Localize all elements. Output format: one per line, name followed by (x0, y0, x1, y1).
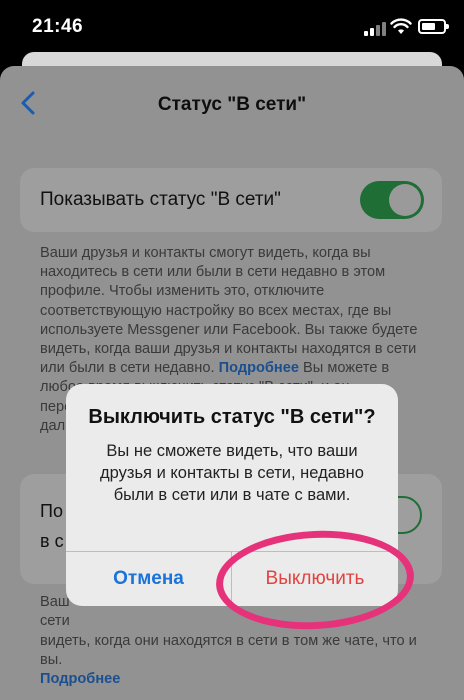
disable-status-alert: Выключить статус "В сети"? Вы не сможете… (66, 384, 398, 606)
status-time: 21:46 (32, 16, 84, 37)
learn-more-link[interactable]: Подробнее (219, 360, 299, 376)
disable-button[interactable]: Выключить (232, 552, 398, 606)
alert-title: Выключить статус "В сети"? (88, 406, 376, 428)
online-status-setting-row: Показывать статус "В сети" (20, 168, 442, 232)
alert-message: Вы не сможете видеть, что ваши друзья и … (100, 442, 364, 504)
toggle-knob (389, 184, 421, 216)
battery-icon (418, 19, 449, 34)
status-bar: 21:46 (0, 0, 464, 58)
cancel-button[interactable]: Отмена (66, 552, 231, 606)
page-title: Статус "В сети" (157, 94, 307, 115)
online-status-toggle[interactable] (360, 181, 424, 219)
learn-more-link-2[interactable]: Подробнее (40, 671, 120, 687)
wifi-icon (390, 18, 412, 34)
description-text: Ваши друзья и контакты смогут видеть, ко… (40, 245, 418, 377)
cellular-signal-icon (364, 22, 388, 36)
online-status-label: Показывать статус "В сети" (40, 189, 281, 210)
